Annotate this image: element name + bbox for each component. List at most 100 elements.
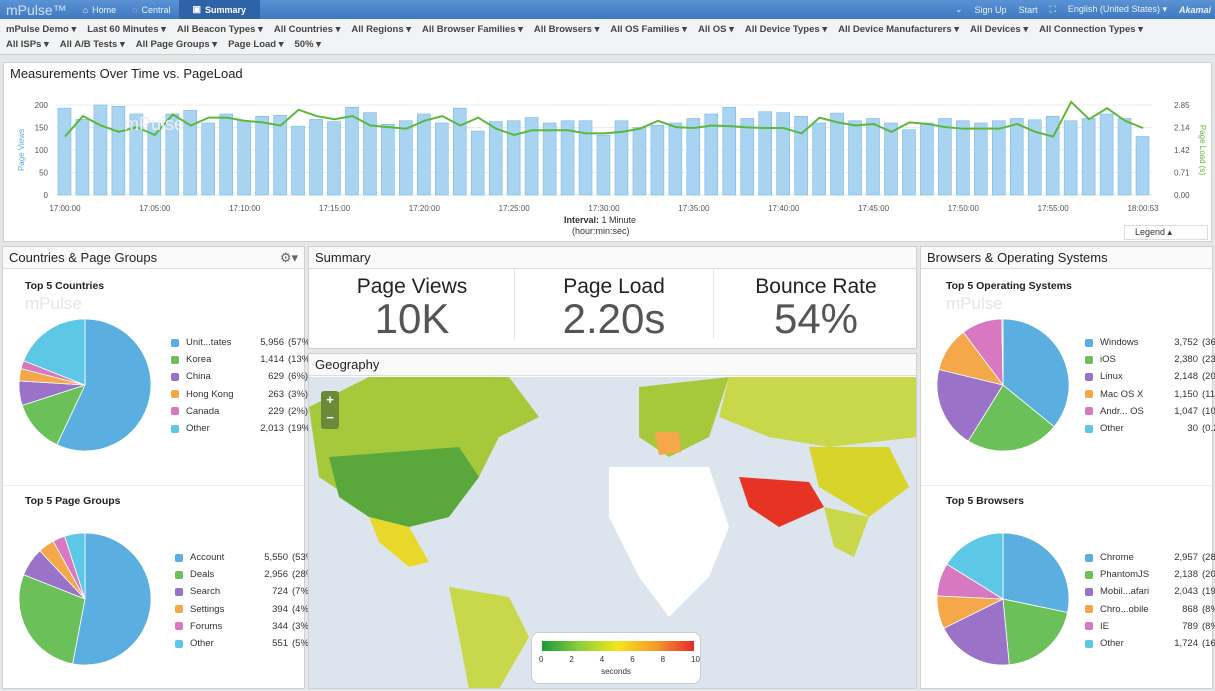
legend-name: Linux <box>1100 371 1123 383</box>
filter-dropdown[interactable]: All Device Manufacturers ▾ <box>838 24 959 35</box>
bar-page-views <box>1099 113 1114 196</box>
map-africa[interactable] <box>609 467 729 617</box>
filter-dropdown[interactable]: All Regions ▾ <box>351 24 411 35</box>
scale-tick: 4 <box>599 655 605 664</box>
legend-value: 1,414 <box>260 354 284 366</box>
legend-value: 1,150 <box>1174 388 1198 400</box>
panel-title: Browsers & Operating Systems <box>921 247 1212 269</box>
filter-dropdown[interactable]: All Browser Families ▾ <box>422 24 523 35</box>
legend-item[interactable]: Account 5,550 (53%) <box>175 549 317 566</box>
legend-toggle-button[interactable]: Legend ▴ <box>1124 225 1208 240</box>
filter-dropdown[interactable]: All Browsers ▾ <box>534 24 599 35</box>
filter-dropdown[interactable]: Last 60 Minutes ▾ <box>87 24 166 35</box>
filter-dropdown[interactable]: mPulse Demo ▾ <box>6 24 76 35</box>
nav-summary[interactable]: ▣ Summary <box>178 0 261 19</box>
map-italy[interactable] <box>654 432 681 455</box>
legend-item[interactable]: Canada 229 (2%) <box>171 403 313 420</box>
filter-dropdown[interactable]: All OS ▾ <box>698 24 734 35</box>
legend-item[interactable]: IE 789 (8%) <box>1085 618 1215 635</box>
bar-page-views <box>111 106 126 196</box>
filter-dropdown[interactable]: All OS Families ▾ <box>610 24 687 35</box>
filter-dropdown[interactable]: 50% ▾ <box>295 39 321 50</box>
x-tick-label: 17:55:00 <box>1038 204 1070 213</box>
legend-name: Korea <box>186 354 212 366</box>
filter-bar: mPulse Demo ▾ Last 60 Minutes ▾ All Beacon… <box>0 19 1215 55</box>
legend-item[interactable]: Unit...tates 5,956 (57%) <box>171 334 313 351</box>
map-china[interactable] <box>809 447 909 517</box>
legend-value: 3,752 <box>1174 337 1198 348</box>
start-link[interactable]: Start <box>1019 5 1038 15</box>
legend-item[interactable]: China 629 (6%) <box>171 368 313 385</box>
map-iran-pakistan[interactable] <box>739 477 824 527</box>
legend-swatch <box>175 588 183 596</box>
legend-item[interactable]: Deals 2,956 (28%) <box>175 566 317 583</box>
legend-item[interactable]: Other 2,013 (19%) <box>171 420 313 437</box>
browsers-os-panel: Browsers & Operating Systems Top 5 Opera… <box>920 246 1215 689</box>
chevron-down-icon[interactable]: ⌄ <box>955 4 963 15</box>
filter-dropdown[interactable]: All Beacon Types ▾ <box>177 24 263 35</box>
legend-item[interactable]: Andr... OS 1,047 (10%) <box>1085 403 1215 420</box>
countries-page-groups-panel: Countries & Page Groups ⚙▾ Top 5 Countrie… <box>2 246 317 689</box>
legend-item[interactable]: Linux 2,148 (20%) <box>1085 368 1215 385</box>
legend-item[interactable]: Other 30 (0.29%) <box>1085 420 1215 437</box>
top-page-groups-title: Top 5 Page Groups <box>25 495 121 507</box>
sign-up-link[interactable]: Sign Up <box>975 5 1007 15</box>
legend-item[interactable]: Mobil...afari 2,043 (19%) <box>1085 583 1215 600</box>
language-select[interactable]: English (United States) ▾ <box>1068 4 1167 15</box>
filter-dropdown[interactable]: Page Load ▾ <box>228 39 283 50</box>
legend-item[interactable]: PhantomJS 2,138 (20%) <box>1085 566 1215 583</box>
filter-dropdown[interactable]: All A/B Tests ▾ <box>60 39 125 50</box>
top-os-title: Top 5 Operating Systems <box>946 280 1072 292</box>
legend-item[interactable]: Hong Kong 263 (3%) <box>171 386 313 403</box>
legend-item[interactable]: Mac OS X 1,150 (11%) <box>1085 386 1215 403</box>
nav-home[interactable]: ⌂ Home <box>75 0 124 19</box>
map-mexico[interactable] <box>369 517 429 567</box>
legend-item[interactable]: Windows 3,752 (36%) <box>1085 334 1215 351</box>
filter-dropdown[interactable]: All Device Types ▾ <box>745 24 827 35</box>
filter-dropdown[interactable]: All Countries ▾ <box>274 24 341 35</box>
legend-percent: (20%) <box>1202 569 1215 581</box>
bar-page-views <box>506 120 521 196</box>
top-browsers-title: Top 5 Browsers <box>946 495 1024 507</box>
map-europe[interactable] <box>639 377 729 457</box>
zoom-out-button[interactable]: − <box>321 409 339 427</box>
filter-dropdown[interactable]: All ISPs ▾ <box>6 39 49 50</box>
legend-name: Deals <box>190 569 215 581</box>
legend-item[interactable]: Chrome 2,957 (28%) <box>1085 549 1215 566</box>
legend-item[interactable]: Chro...obile 868 (8%) <box>1085 601 1215 618</box>
legend-swatch <box>175 553 183 562</box>
legend-swatch <box>175 622 183 631</box>
y-axis-label: Page Views <box>17 129 26 171</box>
panel-title: Countries & Page Groups ⚙▾ <box>3 247 304 269</box>
watermark: mPulse <box>946 294 1003 313</box>
bar-page-views <box>920 122 934 196</box>
filter-dropdown[interactable]: All Page Groups ▾ <box>136 39 217 50</box>
legend-item[interactable]: Other 551 (5%) <box>175 635 317 652</box>
bar-page-views <box>938 118 952 196</box>
legend-name: Other <box>1100 638 1124 650</box>
map-south-america[interactable] <box>449 587 529 689</box>
browsers-legend: Chrome 2,957 (28%) PhantomJS 2,138 (20%) Mobil… <box>1085 549 1215 652</box>
page-groups-pie-chart <box>18 532 152 666</box>
nav-central[interactable]: ◌ Central <box>124 0 178 19</box>
nav-label: Summary <box>205 4 247 15</box>
map-india[interactable] <box>824 507 869 557</box>
legend-item[interactable]: Forums 344 (3%) <box>175 618 317 635</box>
legend-item[interactable]: Korea 1,414 (13%) <box>171 351 313 368</box>
legend-swatch <box>1085 424 1093 433</box>
gear-icon[interactable]: ⚙▾ <box>280 247 298 269</box>
legend-item[interactable]: iOS 2,380 (23%) <box>1085 351 1215 368</box>
legend-name: Chrome <box>1100 552 1134 563</box>
filter-dropdown[interactable]: All Connection Types ▾ <box>1039 24 1143 35</box>
legend-swatch <box>171 355 179 364</box>
legend-value: 868 <box>1182 603 1198 615</box>
fullscreen-icon[interactable]: ⛶ <box>1050 4 1056 15</box>
legend-item[interactable]: Other 1,724 (16%) <box>1085 635 1215 652</box>
map-russia[interactable] <box>719 377 917 447</box>
legend-item[interactable]: Search 724 (7%) <box>175 583 317 600</box>
map-usa[interactable] <box>329 447 479 527</box>
legend-item[interactable]: Settings 394 (4%) <box>175 601 317 618</box>
zoom-in-button[interactable]: + <box>321 391 339 409</box>
pie-slice-chrome[interactable] <box>1002 532 1070 613</box>
filter-dropdown[interactable]: All Devices ▾ <box>970 24 1028 35</box>
